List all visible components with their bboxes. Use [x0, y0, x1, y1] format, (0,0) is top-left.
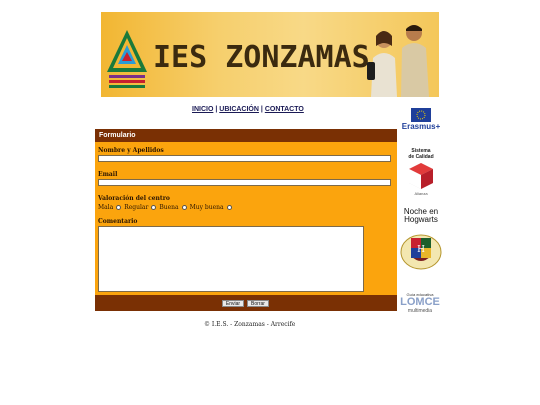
calidad-line2: de Calidad — [408, 154, 434, 160]
nav-separator: | — [260, 106, 263, 113]
erasmus-link[interactable]: Erasmus+ — [398, 108, 444, 134]
students-photo-icon — [367, 25, 429, 97]
hogwarts-line2: Hogwarts — [404, 215, 438, 224]
rating-group: Mala Regular Buena Muy buena — [98, 204, 232, 211]
nav-link-ubicacion[interactable]: UBICACIÓN — [219, 106, 259, 113]
hogwarts-link[interactable]: Noche en Hogwarts H — [398, 208, 444, 274]
email-input[interactable] — [98, 179, 391, 186]
reset-button[interactable]: Borrar — [247, 300, 269, 307]
quality-cube-icon — [409, 163, 433, 189]
nav-separator: | — [215, 106, 218, 113]
eu-flag-icon — [411, 108, 431, 122]
comment-textarea[interactable] — [98, 226, 364, 292]
contact-form: Formulario Nombre y Apellidos Email Valo… — [95, 129, 397, 311]
lomce-link[interactable]: Guía educativa LOMCE multimedia — [398, 292, 442, 326]
rating-radio-muy-buena[interactable] — [226, 205, 232, 210]
lomce-bottom: multimedia — [407, 308, 433, 314]
nav-link-contacto[interactable]: CONTACTO — [265, 106, 304, 113]
rating-option-label: Mala — [98, 204, 114, 211]
lomce-mid: LOMCE — [400, 296, 440, 308]
rating-radio-regular[interactable] — [151, 205, 157, 210]
header-banner: IES ZONZAMAS — [101, 12, 439, 97]
top-nav: INICIO | UBICACIÓN | CONTACTO — [192, 106, 304, 113]
rating-label: Valoración del centro — [98, 195, 170, 202]
form-title: Formulario — [95, 129, 397, 142]
submit-button[interactable]: Enviar — [222, 300, 244, 307]
site-title: IES ZONZAMAS — [153, 40, 370, 75]
rating-radio-buena[interactable] — [181, 205, 187, 210]
rating-option-label: Muy buena — [189, 204, 224, 211]
calidad-sub: Alianza — [414, 191, 428, 196]
rating-radio-mala[interactable] — [116, 205, 122, 210]
form-footer-bar: Enviar Borrar — [95, 295, 397, 311]
calidad-link[interactable]: Sistema de Calidad Alianza — [398, 148, 444, 200]
name-label: Nombre y Apellidos — [98, 147, 164, 154]
page-footer: © I.E.S. - Zonzamas - Arrecife — [204, 321, 296, 328]
svg-text:H: H — [417, 245, 425, 255]
hogwarts-crest-icon: H — [400, 234, 442, 270]
rating-option-label: Regular — [124, 204, 149, 211]
ies-triangle-logo-icon — [107, 30, 147, 88]
comment-label: Comentario — [98, 218, 138, 225]
rating-option-label: Buena — [159, 204, 179, 211]
nav-link-inicio[interactable]: INICIO — [192, 106, 213, 113]
name-input[interactable] — [98, 155, 391, 162]
email-label: Email — [98, 171, 118, 178]
erasmus-label: Erasmus+ — [401, 122, 441, 131]
